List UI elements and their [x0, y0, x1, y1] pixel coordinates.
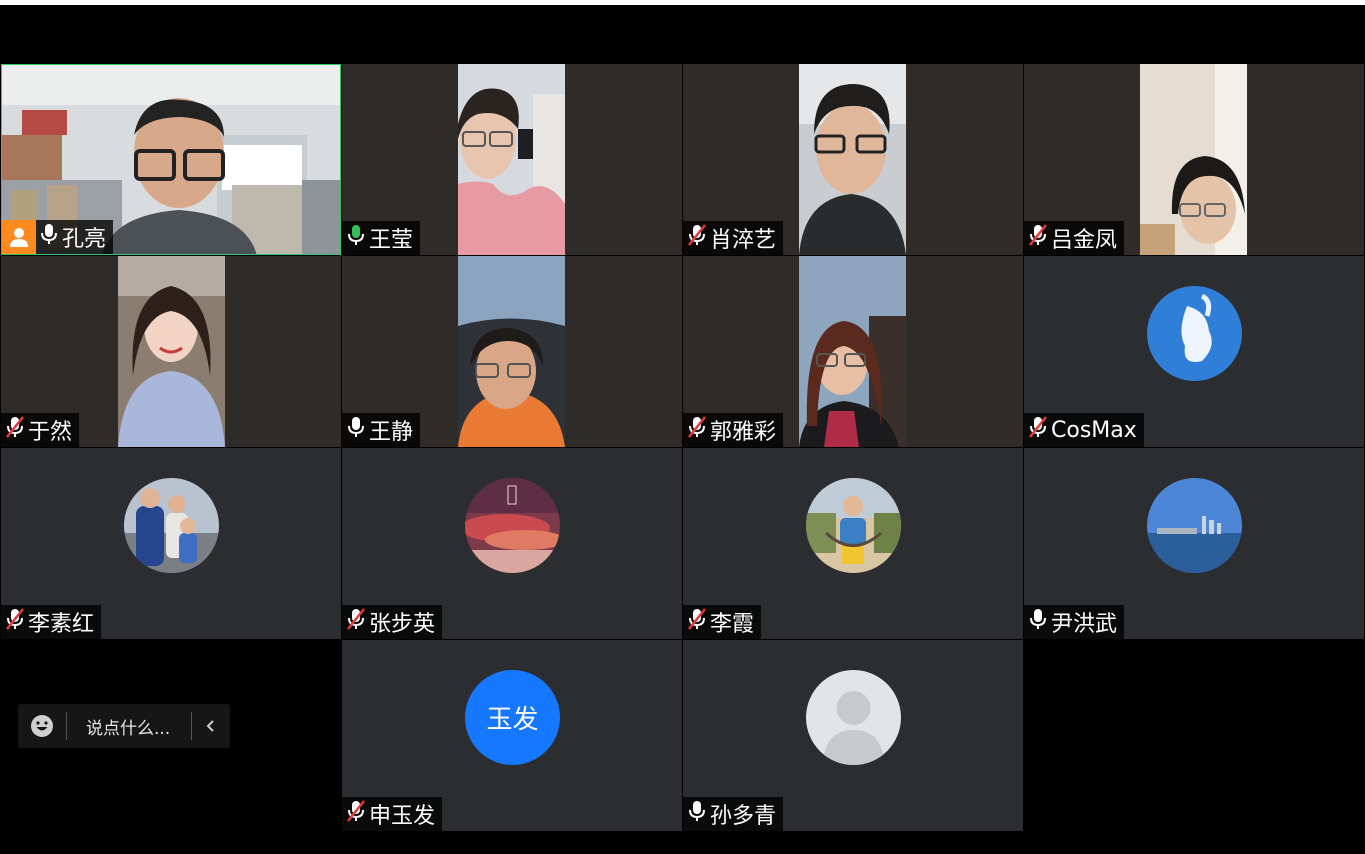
- participant-nametag: 肖淬艺: [683, 221, 784, 255]
- microphone-muted-icon: [1028, 223, 1048, 253]
- participant-nametag: CosMax: [1024, 413, 1144, 447]
- initials-avatar: 玉发: [465, 670, 560, 765]
- microphone-icon: [346, 223, 366, 253]
- participant-nametag: 尹洪武: [1024, 605, 1125, 639]
- avatar-tile[interactable]: CosMax: [1024, 256, 1364, 447]
- avatar-tile[interactable]: 孙多青: [683, 640, 1023, 831]
- participant-nametag: 张步英: [342, 605, 443, 639]
- participant-name: 郭雅彩: [710, 420, 777, 445]
- microphone-icon: [687, 799, 707, 829]
- avatar: [1147, 478, 1242, 573]
- participant-name: 张步英: [369, 612, 436, 637]
- participant-nametag: 孙多青: [683, 797, 784, 831]
- microphone-icon: [39, 222, 59, 252]
- microphone-muted-icon: [346, 799, 366, 829]
- microphone-icon: [346, 415, 366, 445]
- video-tile[interactable]: 于然: [1, 256, 341, 447]
- microphone-muted-icon: [5, 607, 25, 637]
- host-person-icon: [2, 220, 36, 254]
- avatar-tile[interactable]: 张步英: [342, 448, 682, 639]
- participant-nametag: 申玉发: [342, 797, 443, 831]
- participant-name: 孔亮: [62, 227, 107, 252]
- participant-video: [799, 64, 906, 255]
- participant-nametag: 李素红: [1, 605, 102, 639]
- chat-input[interactable]: 说点什么...: [67, 714, 191, 739]
- microphone-muted-icon: [687, 415, 707, 445]
- participant-nametag: 于然: [1, 413, 80, 447]
- participant-video: [799, 256, 906, 447]
- participant-name: 肖淬艺: [710, 228, 777, 253]
- participant-name: 李素红: [28, 612, 95, 637]
- video-tile[interactable]: 王静: [342, 256, 682, 447]
- participant-nametag: 吕金凤: [1024, 221, 1125, 255]
- participant-name: 王静: [369, 420, 414, 445]
- participant-video: [1140, 64, 1247, 255]
- emoji-icon[interactable]: [18, 714, 66, 738]
- microphone-muted-icon: [687, 223, 707, 253]
- participant-video: [118, 256, 225, 447]
- microphone-muted-icon: [1028, 415, 1048, 445]
- participant-name: 王莹: [369, 228, 414, 253]
- participant-name: 申玉发: [369, 804, 436, 829]
- avatar: [1147, 286, 1242, 381]
- chevron-left-icon[interactable]: [192, 718, 230, 734]
- participant-name: 孙多青: [710, 804, 777, 829]
- microphone-muted-icon: [5, 415, 25, 445]
- microphone-muted-icon: [687, 607, 707, 637]
- video-tile[interactable]: 肖淬艺: [683, 64, 1023, 255]
- participant-video: [458, 64, 565, 255]
- window-top-edge: [0, 0, 1365, 5]
- avatar-tile[interactable]: 尹洪武: [1024, 448, 1364, 639]
- video-tile[interactable]: 孔亮: [1, 64, 341, 255]
- participant-name: 尹洪武: [1051, 612, 1118, 637]
- video-tile[interactable]: 王莹: [342, 64, 682, 255]
- participant-name: 于然: [28, 420, 73, 445]
- participant-name: CosMax: [1051, 417, 1137, 443]
- default-user-avatar-icon: [806, 670, 901, 765]
- microphone-muted-icon: [346, 607, 366, 637]
- avatar-tile[interactable]: 李素红: [1, 448, 341, 639]
- video-tile[interactable]: 吕金凤: [1024, 64, 1364, 255]
- participant-video: [458, 256, 565, 447]
- avatar: [465, 478, 560, 573]
- avatar-tile[interactable]: 李霞: [683, 448, 1023, 639]
- microphone-icon: [1028, 607, 1048, 637]
- avatar: [806, 478, 901, 573]
- avatar: [124, 478, 219, 573]
- avatar-tile[interactable]: 玉发 申玉发: [342, 640, 682, 831]
- participant-name: 吕金凤: [1051, 228, 1118, 253]
- participant-nametag: 孔亮: [2, 220, 114, 254]
- participant-nametag: 王莹: [342, 221, 421, 255]
- participant-nametag: 王静: [342, 413, 421, 447]
- participant-name: 李霞: [710, 612, 755, 637]
- participant-nametag: 李霞: [683, 605, 762, 639]
- chat-bar: 说点什么...: [18, 704, 230, 748]
- participant-nametag: 郭雅彩: [683, 413, 784, 447]
- video-tile[interactable]: 郭雅彩: [683, 256, 1023, 447]
